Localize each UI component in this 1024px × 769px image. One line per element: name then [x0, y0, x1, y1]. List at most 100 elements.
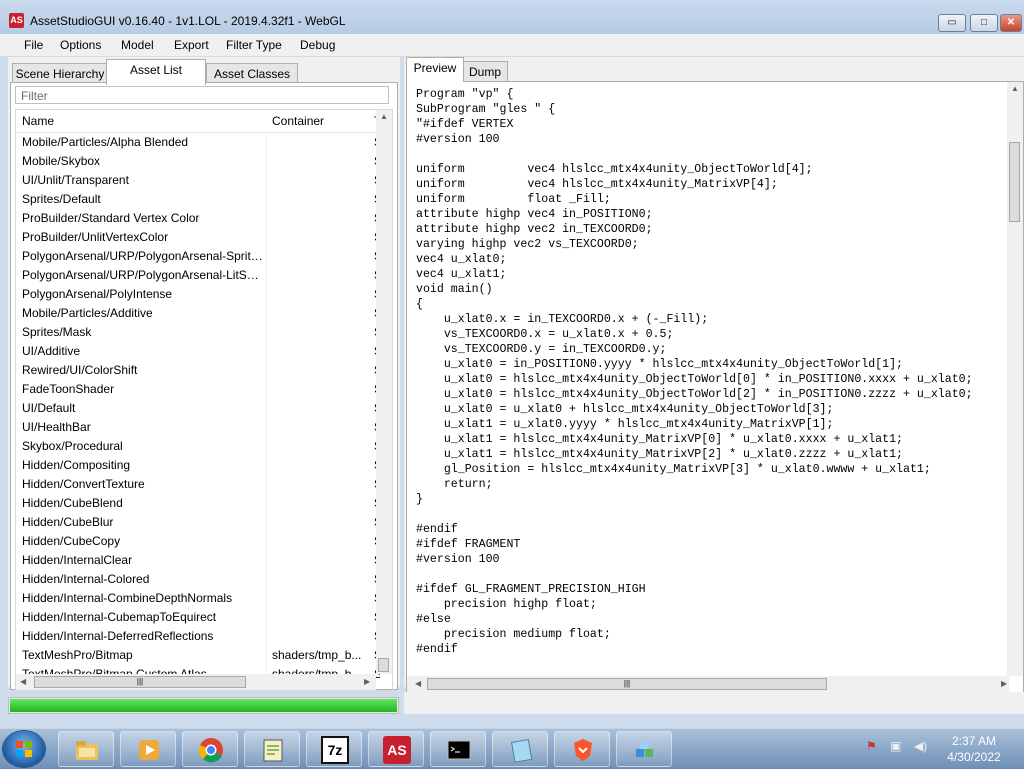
package-icon — [636, 741, 653, 757]
preview-scroll-left-icon[interactable]: ◀ — [415, 679, 421, 688]
list-item[interactable]: TextMeshPro/Bitmapshaders/tmp_b...S — [16, 646, 380, 665]
menu-model[interactable]: Model — [121, 38, 154, 52]
tab-asset-list[interactable]: Asset List — [106, 59, 206, 85]
progress-bar — [8, 697, 399, 714]
list-item[interactable]: Hidden/Internal-CubemapToEquirectS — [16, 608, 380, 627]
asset-name: UI/Additive — [22, 344, 81, 358]
cmd-icon — [447, 740, 471, 760]
preview-scroll-up-icon[interactable]: ▲ — [1011, 84, 1019, 93]
shader-code[interactable]: Program "vp" { SubProgram "gles " { "#if… — [416, 87, 973, 657]
menu-filter-type[interactable]: Filter Type — [226, 38, 282, 52]
list-item[interactable]: Rewired/UI/ColorShiftS — [16, 361, 380, 380]
list-item[interactable]: ProBuilder/UnlitVertexColorS — [16, 228, 380, 247]
list-item[interactable]: Sprites/DefaultS — [16, 190, 380, 209]
horizontal-scrollbar[interactable]: ◀ ||| ▶ — [16, 674, 376, 690]
start-button[interactable] — [3, 731, 45, 767]
asset-name: Hidden/CubeBlur — [22, 515, 114, 529]
taskbar-cmd[interactable] — [430, 731, 486, 767]
list-item[interactable]: ProBuilder/Standard Vertex ColorS — [16, 209, 380, 228]
asset-name: Hidden/CubeBlend — [22, 496, 123, 510]
action-center-icon[interactable]: ⚑ — [866, 739, 877, 753]
column-header: Name Container Type — [16, 110, 380, 133]
asset-name: PolygonArsenal/PolyIntense — [22, 287, 173, 301]
asset-name: Mobile/Skybox — [22, 154, 101, 168]
asset-name: FadeToonShader — [22, 382, 115, 396]
list-item[interactable]: Mobile/Particles/AdditiveS — [16, 304, 380, 323]
title-bar[interactable]: AS AssetStudioGUI v0.16.40 - 1v1.LOL - 2… — [0, 0, 1024, 34]
explorer-icon — [76, 741, 98, 760]
tab-asset-classes[interactable]: Asset Classes — [206, 63, 298, 84]
list-item[interactable]: Hidden/CubeBlurS — [16, 513, 380, 532]
taskbar-notepad-plus[interactable] — [244, 731, 300, 767]
list-item[interactable]: Hidden/CubeCopyS — [16, 532, 380, 551]
list-item[interactable]: Hidden/InternalClearS — [16, 551, 380, 570]
assetstudio-icon: AS — [383, 736, 411, 764]
scroll-up-icon[interactable]: ▲ — [380, 112, 388, 121]
window-title: AssetStudioGUI v0.16.40 - 1v1.LOL - 2019… — [30, 14, 346, 28]
filter-input[interactable]: Filter — [15, 86, 389, 104]
list-item[interactable]: UI/AdditiveS — [16, 342, 380, 361]
tab-preview[interactable]: Preview — [406, 57, 464, 82]
preview-vertical-scrollbar[interactable]: ▲ — [1007, 82, 1023, 676]
tab-scene-hierarchy[interactable]: Scene Hierarchy — [12, 63, 108, 84]
asset-name: Hidden/CubeCopy — [22, 534, 121, 548]
preview-horizontal-scrollbar[interactable]: ◀ ||| ▶ — [407, 676, 1009, 692]
list-item[interactable]: UI/Unlit/TransparentS — [16, 171, 380, 190]
list-item[interactable]: Hidden/Internal-ColoredS — [16, 570, 380, 589]
taskbar-explorer[interactable] — [58, 731, 114, 767]
tab-dump[interactable]: Dump — [462, 61, 508, 82]
asset-listview[interactable]: Name Container Type Mobile/Particles/Alp… — [15, 109, 393, 691]
list-item[interactable]: Sprites/MaskS — [16, 323, 380, 342]
taskbar-package[interactable] — [616, 731, 672, 767]
vertical-scroll-thumb[interactable] — [378, 658, 389, 672]
list-item[interactable]: Hidden/CompositingS — [16, 456, 380, 475]
taskbar-notepad[interactable] — [492, 731, 548, 767]
shader-preview[interactable]: Program "vp" { SubProgram "gles " { "#if… — [406, 81, 1024, 693]
preview-vertical-thumb[interactable] — [1009, 142, 1020, 222]
taskbar-media-player[interactable] — [120, 731, 176, 767]
list-item[interactable]: Mobile/SkyboxS — [16, 152, 380, 171]
status-bar — [404, 692, 1024, 714]
column-name[interactable]: Name — [22, 114, 54, 128]
asset-name: Skybox/Procedural — [22, 439, 123, 453]
vertical-scrollbar[interactable]: ▲ — [376, 110, 392, 674]
minimize-button[interactable]: ▭ — [938, 14, 966, 32]
menu-debug[interactable]: Debug — [300, 38, 335, 52]
preview-horizontal-thumb[interactable]: ||| — [427, 678, 827, 690]
taskbar-assetstudio[interactable]: AS — [368, 731, 424, 767]
taskbar-chrome[interactable] — [182, 731, 238, 767]
list-item[interactable]: Skybox/ProceduralS — [16, 437, 380, 456]
column-container[interactable]: Container — [272, 114, 324, 128]
menu-options[interactable]: Options — [60, 38, 101, 52]
asset-name: Hidden/Internal-Colored — [22, 572, 150, 586]
scroll-right-icon[interactable]: ▶ — [364, 677, 370, 686]
preview-scroll-right-icon[interactable]: ▶ — [1001, 679, 1007, 688]
list-item[interactable]: Hidden/Internal-CombineDepthNormalsS — [16, 589, 380, 608]
list-item[interactable]: PolygonArsenal/URP/PolygonArsenal-LitSur… — [16, 266, 380, 285]
clock[interactable]: 2:37 AM 4/30/2022 — [944, 733, 1004, 765]
asset-list-panel: Filter Name Container Type Mobile/Partic… — [10, 82, 398, 691]
list-item[interactable]: Mobile/Particles/Alpha BlendedS — [16, 133, 380, 152]
list-item[interactable]: Hidden/CubeBlendS — [16, 494, 380, 513]
menu-file[interactable]: File — [24, 38, 43, 52]
menu-bar: File Options Model Export Filter Type De… — [0, 34, 1024, 57]
list-item[interactable]: PolygonArsenal/URP/PolygonArsenal-Sprite… — [16, 247, 380, 266]
taskbar-7zip[interactable]: 7z — [306, 731, 362, 767]
maximize-button[interactable]: □ — [970, 14, 998, 32]
list-item[interactable]: UI/DefaultS — [16, 399, 380, 418]
list-item[interactable]: FadeToonShaderS — [16, 380, 380, 399]
brave-icon — [574, 739, 592, 761]
asset-name: TextMeshPro/Bitmap — [22, 648, 133, 662]
close-button[interactable]: ✕ — [1000, 14, 1022, 32]
list-item[interactable]: Hidden/Internal-DeferredReflectionsS — [16, 627, 380, 646]
menu-export[interactable]: Export — [174, 38, 209, 52]
list-item[interactable]: UI/HealthBarS — [16, 418, 380, 437]
list-item[interactable]: Hidden/ConvertTextureS — [16, 475, 380, 494]
taskbar-brave[interactable] — [554, 731, 610, 767]
volume-icon[interactable]: ◀) — [914, 739, 927, 753]
network-icon[interactable]: ▣ — [890, 739, 901, 753]
scroll-left-icon[interactable]: ◀ — [20, 677, 26, 686]
horizontal-scroll-thumb[interactable]: ||| — [34, 676, 246, 688]
list-item[interactable]: PolygonArsenal/PolyIntenseS — [16, 285, 380, 304]
windows-logo-icon — [15, 740, 33, 758]
